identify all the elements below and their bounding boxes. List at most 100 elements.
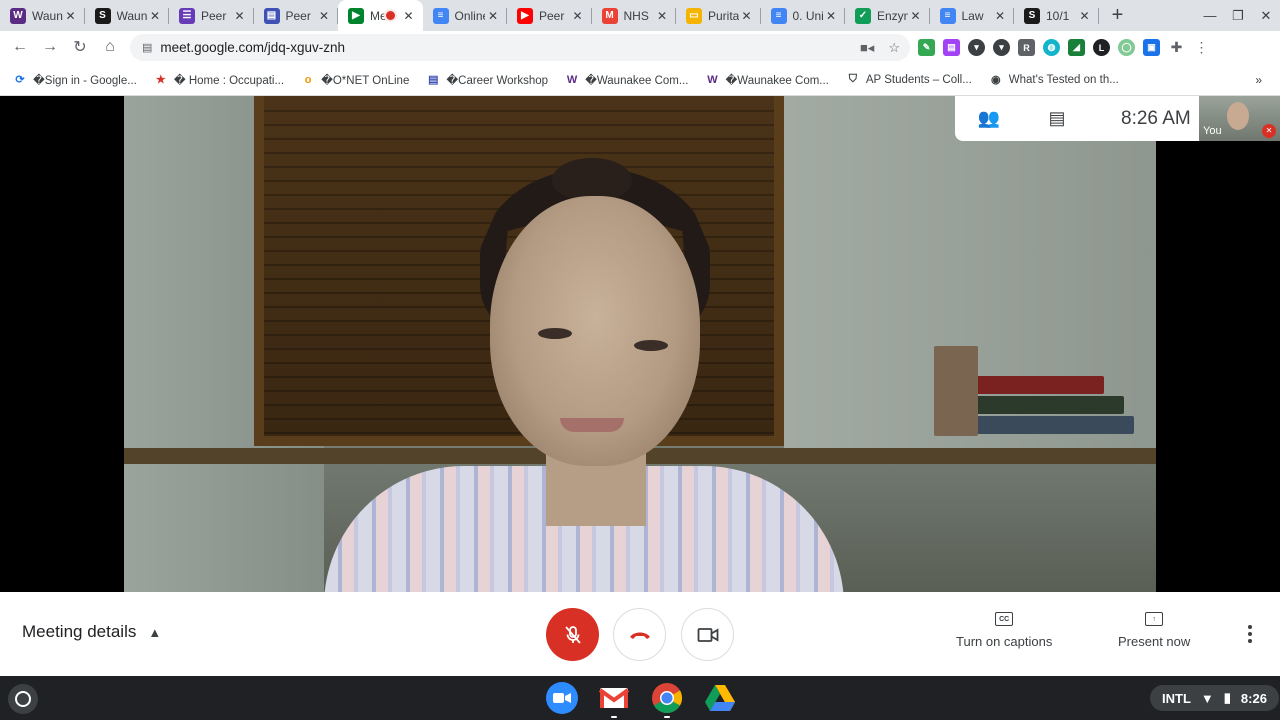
address-bar[interactable]: ▤ meet.google.com/jdq-xguv-znh ■◂ ☆ [130, 34, 910, 61]
tab-favicon-icon: ✓ [855, 7, 871, 24]
bookmark-label: �O*NET OnLine [321, 74, 410, 87]
captions-icon: CC [995, 612, 1014, 626]
bookmark-label: �Career Workshop [446, 74, 549, 87]
browser-tab[interactable]: S Waunakee✕ [85, 0, 170, 31]
tab-title: Peer [201, 8, 227, 23]
browser-tab[interactable]: ▤ Peer ✕ [254, 0, 339, 31]
bookmark-star-icon[interactable]: ☆ [888, 40, 900, 56]
site-info-icon[interactable]: ▤ [142, 41, 152, 54]
chevron-up-icon: ▲ [148, 624, 162, 640]
zoom-app-icon[interactable] [546, 682, 578, 714]
browser-tab[interactable]: ▶ Peer ✕ [507, 0, 592, 31]
tab-list: WWaunakee✕SWaunakee✕☰Peer✕▤Peer✕▶Meet✕≡O… [0, 0, 1099, 31]
bookmark-item[interactable]: ▤ �Career Workshop [425, 72, 548, 88]
bookmark-item[interactable]: o �O*NET OnLine [300, 72, 410, 88]
bookmark-item[interactable]: ⛉ AP Students – Coll... [845, 72, 972, 88]
tab-close-icon[interactable]: ✕ [485, 8, 501, 24]
meeting-details-button[interactable]: Meeting details ▲ [22, 622, 161, 642]
mic-toggle-button[interactable] [546, 608, 599, 661]
camera-toggle-button[interactable] [681, 608, 734, 661]
browser-tab[interactable]: ☰ Peer ✕ [169, 0, 254, 31]
gmail-app-icon[interactable] [598, 682, 630, 718]
tab-close-icon[interactable]: ✕ [570, 8, 586, 24]
back-icon[interactable]: ← [5, 32, 35, 62]
present-now-button[interactable]: ↑ Present now [1118, 612, 1190, 649]
drive-app-icon[interactable] [704, 682, 736, 714]
bookmarks-overflow-icon[interactable]: » [1255, 73, 1262, 87]
tab-close-icon[interactable]: ✕ [739, 8, 755, 24]
extension-icon[interactable]: ◯ [1118, 39, 1135, 56]
extension-icon[interactable]: ▣ [1143, 39, 1160, 56]
restore-icon[interactable]: ❐ [1224, 8, 1252, 24]
reload-icon[interactable]: ↻ [65, 32, 95, 62]
tab-close-icon[interactable]: ✕ [992, 8, 1008, 24]
bookmark-item[interactable]: ⟳ �Sign in - Google... [12, 72, 136, 88]
more-options-icon[interactable] [1242, 622, 1258, 646]
tab-close-icon[interactable]: ✕ [316, 8, 332, 24]
bookmark-item[interactable]: W �Waunakee Com... [564, 72, 689, 88]
tab-favicon-icon: W [10, 7, 26, 24]
bookmark-item[interactable]: W �Waunakee Com... [704, 72, 829, 88]
bookmark-favicon-icon: ⟳ [15, 74, 25, 86]
tab-title: Waunakee [116, 8, 148, 23]
chat-icon[interactable]: ▤ [1045, 108, 1069, 129]
extension-icon[interactable]: L [1093, 39, 1110, 56]
bookmark-favicon-icon: ▤ [428, 74, 439, 86]
people-icon[interactable]: 👥 [977, 108, 1001, 129]
tab-close-icon[interactable]: ✕ [401, 8, 417, 24]
extension-icon[interactable]: ▤ [943, 39, 960, 56]
browser-tab[interactable]: ✓ Enzyme✕ [845, 0, 930, 31]
browser-tab[interactable]: ≡ 0. Unit✕ [761, 0, 846, 31]
tab-close-icon[interactable]: ✕ [232, 8, 248, 24]
books [934, 346, 1144, 446]
minimize-icon[interactable]: — [1196, 8, 1224, 23]
window-controls: — ❐ ✕ [1196, 0, 1280, 31]
tab-favicon-icon: S [1024, 7, 1040, 24]
extension-icon[interactable]: R [1018, 39, 1035, 56]
video-stage: 👥 ▤ 8:26 AM You ✕ [0, 96, 1280, 592]
launcher-icon[interactable] [8, 684, 38, 714]
home-icon[interactable]: ⌂ [95, 32, 125, 62]
tab-close-icon[interactable]: ✕ [63, 8, 79, 24]
tab-title: Law [961, 8, 984, 23]
camera-in-use-icon[interactable]: ■◂ [860, 40, 874, 56]
tab-close-icon[interactable]: ✕ [147, 8, 163, 24]
status-tray[interactable]: INTL ▼ ▮ 8:26 [1150, 685, 1279, 711]
bookmark-favicon-icon: W [707, 73, 718, 86]
tab-title: NHS [623, 8, 649, 23]
captions-button[interactable]: CC Turn on captions [956, 612, 1052, 649]
tab-close-icon[interactable]: ✕ [823, 8, 839, 24]
browser-tab[interactable]: M NHS ✕ [592, 0, 677, 31]
tab-close-icon[interactable]: ✕ [654, 8, 670, 24]
browser-tab[interactable]: ≡ Online✕ [423, 0, 508, 31]
browser-tab[interactable]: ▭ Puritan✕ [676, 0, 761, 31]
tab-close-icon[interactable]: ✕ [908, 8, 924, 24]
tab-favicon-icon: ▶ [517, 7, 533, 24]
tab-favicon-icon: ▭ [686, 7, 702, 24]
extensions-puzzle-icon[interactable]: ✚ [1168, 39, 1185, 56]
self-view-tile[interactable]: You ✕ [1199, 96, 1280, 141]
extension-icon[interactable]: ▾ [968, 39, 985, 56]
browser-tab[interactable]: ≡ Law ✕ [930, 0, 1015, 31]
close-window-icon[interactable]: ✕ [1252, 8, 1280, 24]
forward-icon[interactable]: → [35, 32, 65, 62]
extension-icon[interactable]: ✎ [918, 39, 935, 56]
tab-close-icon[interactable]: ✕ [1077, 8, 1093, 24]
present-screen-icon: ↑ [1145, 612, 1164, 626]
shelf-clock: 8:26 [1240, 690, 1267, 706]
new-tab-button[interactable]: + [1103, 0, 1133, 31]
chrome-menu-icon[interactable]: ⋮ [1193, 39, 1210, 56]
bookmark-item[interactable]: ◉ What's Tested on th... [988, 72, 1119, 88]
bookmark-item[interactable]: ★ � Home : Occupati... [153, 72, 284, 88]
chrome-app-icon[interactable] [651, 682, 683, 718]
browser-tab[interactable]: W Waunakee✕ [0, 0, 85, 31]
browser-tab[interactable]: ▶ Meet ✕ [338, 0, 423, 31]
extension-icon[interactable]: ◍ [1043, 39, 1060, 56]
browser-tab[interactable]: S 10/1 ✕ [1014, 0, 1099, 31]
extension-icon[interactable]: ◢ [1068, 39, 1085, 56]
leave-call-button[interactable] [613, 608, 666, 661]
tab-title: Meet [370, 8, 386, 23]
tab-favicon-icon: ▤ [263, 7, 280, 24]
extension-icon[interactable]: ▾ [993, 39, 1010, 56]
tab-favicon-icon: M [601, 7, 618, 24]
